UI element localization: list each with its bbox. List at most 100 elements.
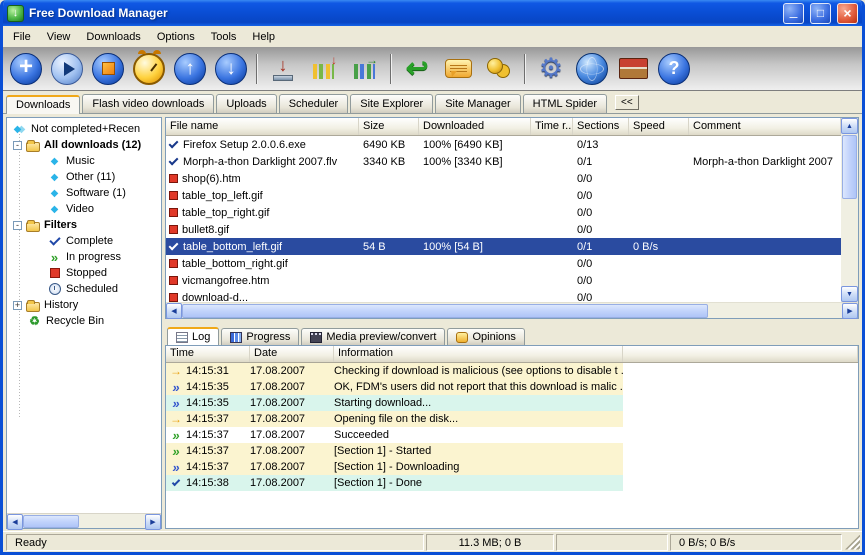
sidebar-item-complete[interactable]: Complete bbox=[7, 233, 161, 249]
log-column-date[interactable]: Date bbox=[250, 346, 334, 362]
table-row[interactable]: table_top_left.gif 0/0 bbox=[166, 187, 841, 204]
log-column-time[interactable]: Time bbox=[166, 346, 250, 362]
sidebar-item-scheduled[interactable]: Scheduled bbox=[7, 281, 161, 297]
tab-flash-video-downloads[interactable]: Flash video downloads bbox=[82, 94, 214, 113]
scrollbar-thumb[interactable] bbox=[23, 515, 79, 528]
traffic-usage-button[interactable] bbox=[346, 50, 384, 88]
scroll-right-button[interactable]: ▶ bbox=[842, 303, 858, 319]
sections-cell: 0/13 bbox=[573, 139, 629, 151]
feedback-button[interactable] bbox=[439, 50, 477, 88]
tab-downloads[interactable]: Downloads bbox=[6, 95, 80, 114]
scrollbar-thumb[interactable] bbox=[182, 304, 708, 318]
scrollbar-track[interactable] bbox=[79, 514, 145, 528]
maximize-button[interactable] bbox=[810, 3, 831, 24]
sidebar-horizontal-scrollbar[interactable]: ◀ ▶ bbox=[7, 513, 161, 528]
sidebar-item-not-completed[interactable]: Not completed+Recen bbox=[7, 121, 161, 137]
tab-progress[interactable]: Progress bbox=[221, 328, 299, 345]
sidebar-item-all-downloads[interactable]: - All downloads (12) bbox=[7, 137, 161, 153]
tab-site-manager[interactable]: Site Manager bbox=[435, 94, 520, 113]
status-spacer bbox=[556, 534, 668, 551]
column-header-comment[interactable]: Comment bbox=[689, 118, 841, 135]
table-row[interactable]: Morph-a-thon Darklight 2007.flv 3340 KB … bbox=[166, 153, 841, 170]
column-header-time-remaining[interactable]: Time r... bbox=[531, 118, 573, 135]
minimize-button[interactable] bbox=[783, 3, 804, 24]
sidebar-item-video[interactable]: Video bbox=[7, 201, 161, 217]
arrow-icon bbox=[170, 412, 182, 426]
column-header-size[interactable]: Size bbox=[359, 118, 419, 135]
table-row-selected[interactable]: table_bottom_left.gif 54 B 100% [54 B] 0… bbox=[166, 238, 841, 255]
table-row[interactable]: Firefox Setup 2.0.0.6.exe 6490 KB 100% [… bbox=[166, 136, 841, 153]
move-up-button[interactable] bbox=[171, 50, 209, 88]
column-header-sections[interactable]: Sections bbox=[573, 118, 629, 135]
resize-grip[interactable] bbox=[845, 535, 860, 550]
log-row[interactable]: 14:15:38 17.08.2007 [Section 1] - Done bbox=[166, 475, 623, 491]
scroll-up-button[interactable]: ▲ bbox=[841, 118, 858, 134]
log-row[interactable]: 14:15:37 17.08.2007 Opening file on the … bbox=[166, 411, 623, 427]
speed-limit-button[interactable] bbox=[305, 50, 343, 88]
tab-opinions[interactable]: Opinions bbox=[447, 328, 524, 345]
sidebar-item-in-progress[interactable]: In progress bbox=[7, 249, 161, 265]
tab-scheduler[interactable]: Scheduler bbox=[279, 94, 349, 113]
fdm-logo-icon bbox=[7, 5, 24, 22]
column-header-speed[interactable]: Speed bbox=[629, 118, 689, 135]
sidebar-item-filters[interactable]: - Filters bbox=[7, 217, 161, 233]
collapse-expander[interactable]: - bbox=[13, 221, 22, 230]
column-header-downloaded[interactable]: Downloaded bbox=[419, 118, 531, 135]
table-row[interactable]: shop(6).htm 0/0 bbox=[166, 170, 841, 187]
menu-file[interactable]: File bbox=[5, 28, 39, 46]
drop-box-button[interactable] bbox=[264, 50, 302, 88]
back-button[interactable] bbox=[398, 50, 436, 88]
log-row[interactable]: 14:15:37 17.08.2007 [Section 1] - Starte… bbox=[166, 443, 623, 459]
tutorial-button[interactable] bbox=[614, 50, 652, 88]
table-row[interactable]: bullet8.gif 0/0 bbox=[166, 221, 841, 238]
menu-view[interactable]: View bbox=[39, 28, 79, 46]
table-row[interactable]: vicmangofree.htm 0/0 bbox=[166, 272, 841, 289]
log-row[interactable]: 14:15:37 17.08.2007 Succeeded bbox=[166, 427, 623, 443]
sidebar-item-software[interactable]: Software (1) bbox=[7, 185, 161, 201]
menu-downloads[interactable]: Downloads bbox=[78, 28, 148, 46]
menu-tools[interactable]: Tools bbox=[203, 28, 245, 46]
help-button[interactable] bbox=[655, 50, 693, 88]
remote-control-button[interactable] bbox=[573, 50, 611, 88]
log-row[interactable]: 14:15:35 17.08.2007 Starting download... bbox=[166, 395, 623, 411]
settings-button[interactable] bbox=[532, 50, 570, 88]
move-down-button[interactable] bbox=[212, 50, 250, 88]
add-download-button[interactable] bbox=[7, 50, 45, 88]
column-header-file-name[interactable]: File name bbox=[166, 118, 359, 135]
sidebar-item-recycle-bin[interactable]: Recycle Bin bbox=[7, 313, 161, 329]
close-button[interactable] bbox=[837, 3, 858, 24]
tab-site-explorer[interactable]: Site Explorer bbox=[350, 94, 433, 113]
sidebar-item-history[interactable]: + History bbox=[7, 297, 161, 313]
collapse-expander[interactable]: - bbox=[13, 141, 22, 150]
start-download-button[interactable] bbox=[48, 50, 86, 88]
tab-html-spider[interactable]: HTML Spider bbox=[523, 94, 607, 113]
points-button[interactable] bbox=[480, 50, 518, 88]
scrollbar-track[interactable] bbox=[708, 303, 842, 318]
table-horizontal-scrollbar[interactable]: ◀ ▶ bbox=[166, 302, 858, 318]
log-row[interactable]: 14:15:31 17.08.2007 Checking if download… bbox=[166, 363, 623, 379]
scrollbar-thumb[interactable] bbox=[842, 135, 857, 199]
scheduler-button[interactable] bbox=[130, 50, 168, 88]
stop-download-button[interactable] bbox=[89, 50, 127, 88]
menu-help[interactable]: Help bbox=[244, 28, 283, 46]
table-vertical-scrollbar[interactable]: ▲ ▼ bbox=[841, 118, 858, 302]
sidebar-item-music[interactable]: Music bbox=[7, 153, 161, 169]
expand-expander[interactable]: + bbox=[13, 301, 22, 310]
scroll-left-button[interactable]: ◀ bbox=[166, 303, 182, 319]
menu-options[interactable]: Options bbox=[149, 28, 203, 46]
log-column-information[interactable]: Information bbox=[334, 346, 623, 362]
table-row[interactable]: table_bottom_right.gif 0/0 bbox=[166, 255, 841, 272]
sidebar-item-other[interactable]: Other (11) bbox=[7, 169, 161, 185]
tab-media-preview[interactable]: Media preview/convert bbox=[301, 328, 445, 345]
scroll-down-button[interactable]: ▼ bbox=[841, 286, 858, 302]
tab-log[interactable]: Log bbox=[167, 327, 219, 346]
sidebar-item-stopped[interactable]: Stopped bbox=[7, 265, 161, 281]
scroll-left-button[interactable]: ◀ bbox=[7, 514, 23, 530]
scroll-right-button[interactable]: ▶ bbox=[145, 514, 161, 530]
log-row[interactable]: 14:15:35 17.08.2007 OK, FDM's users did … bbox=[166, 379, 623, 395]
log-row[interactable]: 14:15:37 17.08.2007 [Section 1] - Downlo… bbox=[166, 459, 623, 475]
table-row[interactable]: download-d... 0/0 bbox=[166, 289, 841, 302]
collapse-tabs-button[interactable]: << bbox=[615, 95, 639, 110]
table-row[interactable]: table_top_right.gif 0/0 bbox=[166, 204, 841, 221]
tab-uploads[interactable]: Uploads bbox=[216, 94, 276, 113]
